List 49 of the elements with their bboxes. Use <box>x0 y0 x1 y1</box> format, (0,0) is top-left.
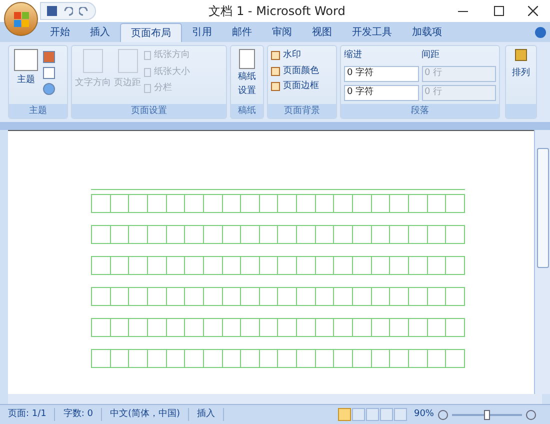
page-background-button[interactable]: 页面边框 <box>271 80 319 94</box>
ribbon-tab[interactable]: 邮件 <box>222 23 262 42</box>
arrange-button[interactable]: 排列 <box>512 49 530 80</box>
ribbon-tab[interactable]: 开发工具 <box>342 23 402 42</box>
ribbon-tab[interactable]: 插入 <box>80 23 120 42</box>
arrange-icon <box>515 49 527 61</box>
group-label: 页面背景 <box>268 104 336 118</box>
window-title: 文档 1 - Microsoft Word <box>208 3 346 20</box>
ribbon-tab[interactable]: 审阅 <box>262 23 302 42</box>
ribbon-tab[interactable]: 视图 <box>302 23 342 42</box>
group-label: 稿纸 <box>231 104 263 118</box>
zoom-out-icon[interactable] <box>438 410 448 420</box>
section-title: 缩进 <box>344 49 363 62</box>
status-item[interactable]: 字数: 0 <box>55 408 102 422</box>
ribbon-tab[interactable]: 页面布局 <box>120 23 182 42</box>
slider-thumb[interactable] <box>484 410 490 420</box>
theme-button[interactable]: 主题 <box>12 49 40 88</box>
layout-icon <box>83 49 103 73</box>
layout-icon <box>118 49 138 73</box>
maximize-icon[interactable] <box>494 6 504 16</box>
office-logo-button[interactable] <box>4 2 38 36</box>
group-label: 页面设置 <box>72 104 226 118</box>
close-icon[interactable] <box>528 6 538 16</box>
undo-icon[interactable] <box>63 6 73 16</box>
horizontal-scrollbar[interactable] <box>8 394 542 404</box>
minimize-icon[interactable] <box>458 10 468 12</box>
ribbon-tab[interactable]: 开始 <box>40 23 80 42</box>
status-item[interactable]: 中文(简体，中国) <box>102 408 190 422</box>
spin-field[interactable]: 0 字符 <box>344 84 418 100</box>
group-label: 段落 <box>341 104 499 118</box>
zoom-in-icon[interactable] <box>526 410 536 420</box>
document-icon <box>239 49 255 69</box>
status-item[interactable]: 插入 <box>189 408 224 422</box>
group-label: 主题 <box>9 104 67 118</box>
page-background-button[interactable]: 水印 <box>271 49 319 62</box>
status-item[interactable]: 页面: 1/1 <box>0 408 56 422</box>
spin-field[interactable]: 0 字符 <box>344 66 418 82</box>
color-swatch-icon <box>43 51 55 63</box>
zoom-level[interactable]: 90% <box>414 408 434 422</box>
redo-icon[interactable] <box>79 6 89 16</box>
section-title: 间距 <box>422 49 440 62</box>
theme-icon <box>14 49 38 71</box>
help-icon[interactable] <box>535 27 546 38</box>
ribbon-tab[interactable]: 加载项 <box>402 23 452 42</box>
ribbon-tab[interactable]: 引用 <box>182 23 222 42</box>
grid-paper-button[interactable]: 稿纸 设置 <box>238 49 256 98</box>
vertical-scrollbar[interactable] <box>534 130 550 394</box>
view-button[interactable] <box>338 408 351 421</box>
page-background-button[interactable]: 页面颜色 <box>271 64 319 78</box>
